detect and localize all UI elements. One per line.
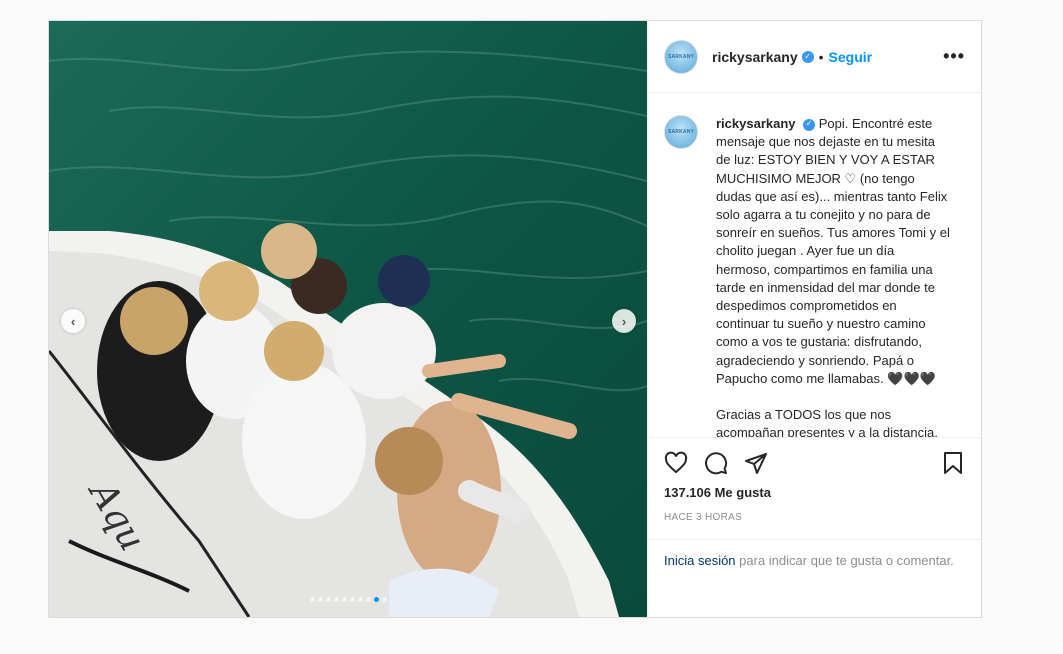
carousel-dot	[349, 597, 355, 602]
carousel-dot	[373, 597, 379, 602]
username-link[interactable]: rickysarkany	[712, 49, 798, 65]
share-icon[interactable]	[744, 451, 768, 475]
post-header: SARKANY rickysarkany ✓ • Seguir •••	[648, 21, 981, 93]
post-sidebar: SARKANY rickysarkany ✓ • Seguir ••• SARK…	[647, 21, 981, 617]
carousel-dot	[309, 597, 315, 602]
post-photo: Aqu	[49, 21, 647, 617]
carousel-next-button[interactable]: ›	[612, 309, 636, 333]
more-options-icon[interactable]: •••	[943, 46, 965, 67]
follow-button[interactable]: Seguir	[829, 49, 873, 65]
carousel-dot	[381, 597, 387, 602]
header-separator: •	[818, 48, 824, 65]
carousel-indicator	[49, 597, 647, 602]
post-timestamp[interactable]: HACE 3 HORAS	[664, 512, 965, 523]
post-media[interactable]: Aqu ‹ ›	[49, 21, 647, 617]
carousel-dot	[325, 597, 331, 602]
caption-avatar[interactable]: SARKANY	[664, 115, 698, 149]
like-count[interactable]: 137.106 Me gusta	[664, 485, 965, 500]
carousel-dot	[333, 597, 339, 602]
avatar[interactable]: SARKANY	[664, 39, 698, 74]
post-actions: 137.106 Me gusta HACE 3 HORAS Inicia ses…	[648, 437, 981, 617]
carousel-dot	[365, 597, 371, 602]
login-link[interactable]: Inicia sesión	[664, 553, 736, 568]
caption-area: SARKANY rickysarkany ✓ Popi. Encontré es…	[648, 93, 981, 437]
caption-paragraph-1: rickysarkany ✓ Popi. Encontré este mensa…	[716, 115, 952, 388]
comment-icon[interactable]	[704, 451, 728, 475]
caption-username[interactable]: rickysarkany	[716, 116, 796, 131]
carousel-dot	[317, 597, 323, 602]
heart-icon[interactable]	[664, 451, 688, 475]
carousel-dot	[357, 597, 363, 602]
caption-text: rickysarkany ✓ Popi. Encontré este mensa…	[716, 115, 952, 437]
bookmark-icon[interactable]	[941, 451, 965, 475]
verified-badge-icon: ✓	[801, 50, 814, 63]
carousel-prev-button[interactable]: ‹	[61, 309, 85, 333]
caption-body-1: Popi. Encontré este mensaje que nos deja…	[716, 116, 950, 386]
instagram-post: Aqu ‹ › SARKANY rickysarkany ✓ • Seguir …	[48, 20, 982, 618]
verified-badge-icon: ✓	[803, 118, 816, 131]
carousel-dot	[341, 597, 347, 602]
action-icons	[664, 448, 965, 478]
caption-paragraph-2: Gracias a TODOS los que nos acompañan pr…	[716, 407, 938, 437]
login-prompt-text: para indicar que te gusta o comentar.	[735, 553, 954, 568]
login-prompt: Inicia sesión para indicar que te gusta …	[648, 539, 981, 570]
